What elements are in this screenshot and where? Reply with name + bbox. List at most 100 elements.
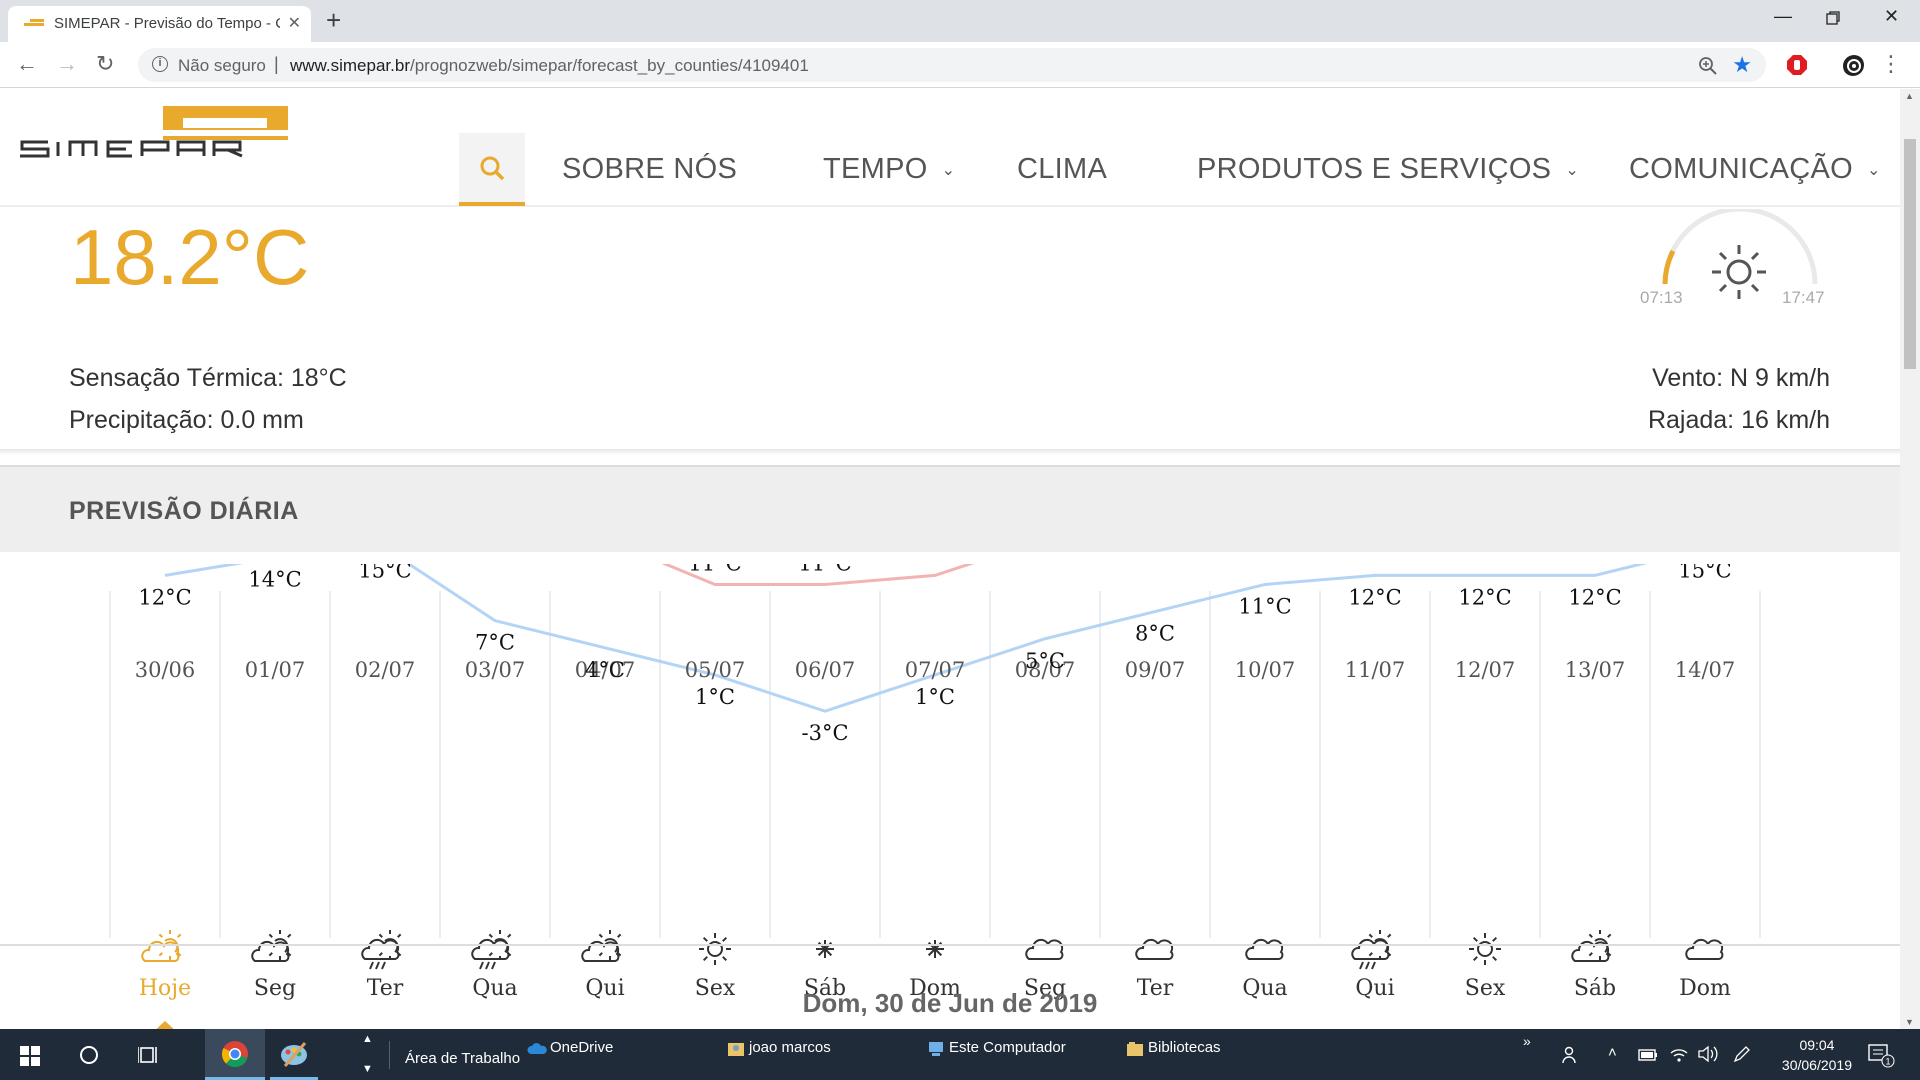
rain-icon[interactable] [471, 930, 515, 970]
gust: Rajada: 16 km/h [1647, 406, 1830, 434]
min-temp-label: 1°C [695, 685, 735, 709]
tab-title: SIMEPAR - Previsão do Tempo - C [54, 15, 280, 32]
scroll-up-icon[interactable]: ▲ [1905, 91, 1914, 101]
taskbar-paint[interactable] [266, 1029, 322, 1080]
zoom-icon[interactable] [1698, 56, 1718, 76]
browser-toolbar: ← → ↻ i Não seguro | www.simepar.br/prog… [0, 42, 1920, 88]
bookmark-star-icon[interactable]: ★ [1732, 52, 1752, 78]
date-label: 05/07 [685, 658, 746, 682]
people-icon[interactable] [1562, 1046, 1580, 1064]
windows-start-icon[interactable] [20, 1046, 40, 1066]
back-icon[interactable]: ← [16, 51, 38, 77]
min-temp-label: 12°C [1568, 585, 1621, 609]
chevron-down-icon: ⌄ [1565, 162, 1580, 180]
site-header: SOBRE NÓS TEMPO ⌄ CLIMA PRODUTOS E SERVIÇ… [0, 89, 1900, 207]
wifi-icon[interactable] [1669, 1045, 1689, 1063]
close-window-icon[interactable]: ✕ [1884, 6, 1899, 27]
date-label: 06/07 [795, 658, 856, 682]
scroll-thumb[interactable] [1904, 139, 1916, 369]
task-view-icon[interactable] [138, 1045, 160, 1065]
max-temp-label: 12°C [908, 564, 961, 566]
user-folder-label[interactable]: joao marcos [749, 1039, 831, 1056]
scroll-down-icon[interactable]: ▼ [1905, 1017, 1914, 1027]
min-temp-label: 12°C [138, 585, 191, 609]
nav-sobre-nos[interactable]: SOBRE NÓS [562, 153, 737, 186]
address-bar[interactable]: i Não seguro | www.simepar.br/prognozweb… [138, 48, 1766, 82]
tab-close-icon[interactable]: ✕ [288, 13, 301, 33]
browser-tab[interactable]: SIMEPAR - Previsão do Tempo - C ✕ [8, 6, 311, 42]
rain-icon[interactable] [1351, 930, 1395, 970]
security-label: Não seguro [178, 56, 266, 75]
system-clock[interactable]: 09:04 30/06/2019 [1782, 1035, 1852, 1075]
current-temperature: 18.2°C [70, 213, 310, 301]
url-host: www.simepar.br [290, 56, 410, 75]
selected-day-date: Dom, 30 de Jun de 2019 [802, 988, 1098, 1018]
sun-icon[interactable] [699, 933, 731, 965]
rain-icon[interactable] [361, 930, 405, 970]
min-temp-label: -3°C [801, 721, 848, 745]
min-temp-label: 11°C [1238, 594, 1291, 618]
libraries-label[interactable]: Bibliotecas [1148, 1039, 1221, 1056]
forward-icon[interactable]: → [56, 51, 78, 77]
nav-produtos-label: PRODUTOS E SERVIÇOS [1197, 153, 1552, 185]
daily-forecast-chart: 30/0625°C12°CHoje01/0724°C14°CSeg02/0722… [109, 564, 1761, 1029]
date-label: 12/07 [1455, 658, 1516, 682]
date-label: 30/06 [135, 658, 196, 682]
sunrise-time: 07:13 [1640, 288, 1683, 307]
clear-night-icon[interactable] [816, 940, 834, 958]
clock-time: 09:04 [1799, 1037, 1835, 1053]
tray-expand-icon[interactable]: ˄ [1608, 1044, 1617, 1061]
cloud-icon[interactable] [1245, 938, 1284, 960]
simepar-logo[interactable] [18, 106, 288, 166]
chevron-down-icon: ⌄ [1867, 162, 1881, 180]
taskbar-scroll-down-icon[interactable]: ▼ [362, 1063, 373, 1075]
battery-icon[interactable] [1638, 1049, 1658, 1061]
computer-icon [929, 1042, 943, 1056]
onedrive-label[interactable]: OneDrive [550, 1039, 613, 1056]
taskbar-scroll-up-icon[interactable]: ▲ [362, 1033, 373, 1045]
precipitation: Precipitação: 0.0 mm [69, 406, 304, 434]
min-temp-label: 8°C [1135, 622, 1175, 646]
computer-label[interactable]: Este Computador [949, 1039, 1066, 1056]
minimize-icon[interactable]: — [1774, 6, 1792, 27]
restore-icon[interactable] [1826, 11, 1840, 25]
date-label: 10/07 [1235, 658, 1296, 682]
nav-comunicacao[interactable]: COMUNICAÇÃO ⌄ [1629, 153, 1881, 186]
chrome-icon [221, 1041, 248, 1068]
toolbar-separator [389, 1041, 390, 1069]
extension-icon[interactable] [1842, 54, 1864, 76]
notifications-icon[interactable]: 1 [1868, 1044, 1896, 1068]
new-tab-button[interactable]: + [326, 6, 341, 34]
toolbar-overflow-icon[interactable]: » [1523, 1033, 1531, 1049]
search-circle-icon[interactable] [78, 1044, 100, 1066]
min-temp-label: 12°C [1458, 585, 1511, 609]
search-icon [480, 156, 505, 181]
site-search-button[interactable] [459, 133, 525, 206]
nav-produtos-servicos[interactable]: PRODUTOS E SERVIÇOS ⌄ [1197, 153, 1579, 186]
max-temp-label: 11°C [688, 564, 741, 575]
clear-night-icon[interactable] [926, 940, 944, 958]
chrome-menu-icon[interactable]: ⋮ [1880, 51, 1902, 77]
cloud-icon[interactable] [1135, 938, 1174, 960]
adblock-extension-icon[interactable] [1786, 54, 1808, 76]
desktop-toolbar-label[interactable]: Área de Trabalho [405, 1050, 520, 1067]
page-scrollbar[interactable]: ▲ ▼ [1900, 89, 1920, 1029]
date-label: 11/07 [1345, 658, 1406, 682]
taskbar-chrome[interactable] [205, 1029, 265, 1080]
cloud-icon[interactable] [1025, 938, 1064, 960]
reload-icon[interactable]: ↻ [96, 51, 114, 77]
section-title: PREVISÃO DIÁRIA [69, 497, 299, 525]
sun-icon[interactable] [1469, 933, 1501, 965]
section-divider [0, 449, 1900, 455]
sunset-time: 17:47 [1782, 288, 1825, 307]
pen-icon[interactable] [1733, 1045, 1751, 1063]
omnibox-separator: | [274, 54, 279, 74]
url-path: /prognozweb/simepar/forecast_by_counties… [409, 56, 809, 75]
info-icon[interactable]: i [152, 56, 168, 72]
volume-icon[interactable] [1698, 1046, 1720, 1062]
nav-clima[interactable]: CLIMA [1017, 153, 1107, 186]
url-text[interactable]: www.simepar.br/prognozweb/simepar/foreca… [290, 56, 809, 76]
cloud-icon[interactable] [1685, 938, 1724, 960]
nav-tempo[interactable]: TEMPO ⌄ [823, 153, 955, 186]
min-temp-label: 15°C [1678, 564, 1731, 582]
